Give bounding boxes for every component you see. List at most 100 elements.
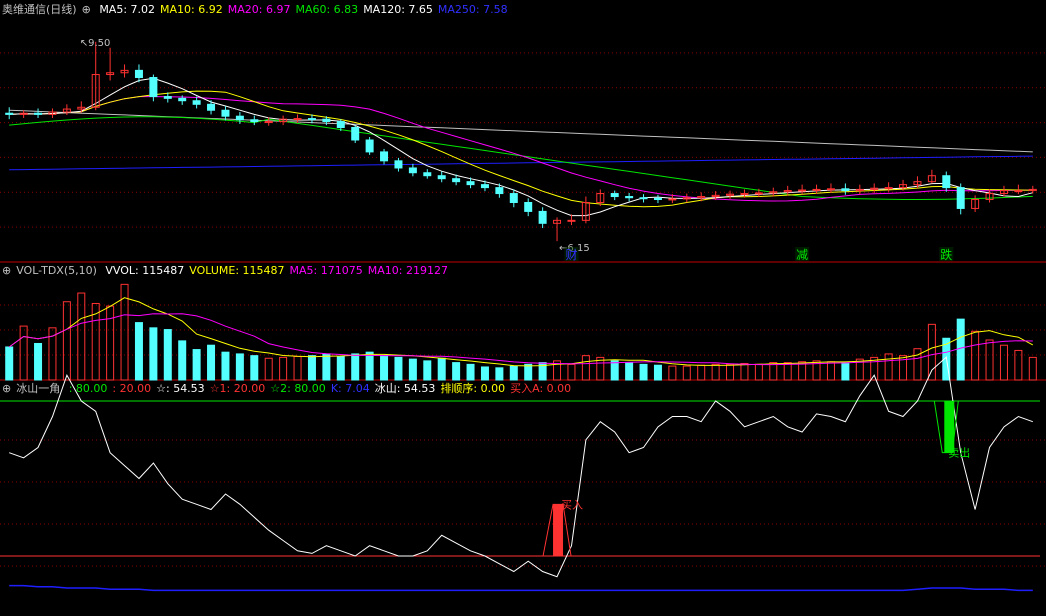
main-legend: 奥维通信(日线) ⊕ MA5: 7.02 MA10: 6.92 MA20: 6.97 M…: [2, 3, 518, 17]
volume-bar[interactable]: [956, 318, 965, 381]
candle[interactable]: [192, 100, 201, 105]
volume-bar[interactable]: [495, 367, 504, 381]
candle[interactable]: [740, 193, 749, 196]
volume-bar[interactable]: [509, 365, 518, 381]
indicator-legend-item-7: 排顺序: 0.00: [440, 382, 506, 395]
candle[interactable]: [639, 197, 648, 200]
candle[interactable]: [207, 103, 216, 111]
candle[interactable]: [653, 197, 662, 201]
candle[interactable]: [524, 201, 533, 212]
volume-bar[interactable]: [394, 356, 403, 381]
candle[interactable]: [365, 139, 374, 153]
candle[interactable]: [812, 188, 821, 191]
candle[interactable]: [437, 175, 446, 180]
candle[interactable]: [264, 121, 273, 124]
volume-bar[interactable]: [351, 353, 360, 381]
volume-bar[interactable]: [437, 357, 446, 381]
main-legend-item-5: MA250: 7.58: [437, 3, 508, 16]
volume-bar[interactable]: [336, 356, 345, 381]
volume-bar[interactable]: [221, 351, 230, 381]
candle[interactable]: [235, 115, 244, 121]
indicator-legend-item-3: ☆1: 20.00: [209, 382, 266, 395]
candle[interactable]: [408, 167, 417, 174]
volume-bar[interactable]: [841, 362, 850, 381]
marker-jian: 减: [796, 248, 808, 262]
candle[interactable]: [351, 127, 360, 141]
buy-label: 买入: [561, 498, 583, 511]
volume-bar[interactable]: [163, 329, 172, 381]
candle[interactable]: [538, 210, 547, 224]
volume-bar[interactable]: [250, 355, 259, 381]
indicator-legend-icon[interactable]: ⊕: [2, 382, 11, 395]
candle[interactable]: [394, 160, 403, 169]
candle[interactable]: [466, 181, 475, 186]
volume-bar[interactable]: [365, 351, 374, 381]
volume-legend: ⊕ VOL-TDX(5,10) VVOL: 115487 VOLUME: 11548…: [2, 264, 458, 278]
candle[interactable]: [826, 188, 835, 191]
candle[interactable]: [668, 198, 677, 201]
candle[interactable]: [380, 151, 389, 162]
candle[interactable]: [423, 172, 432, 177]
candle[interactable]: [884, 187, 893, 190]
main-legend-item-3: MA60: 6.83: [295, 3, 359, 16]
indicator-legend-item-5: K: 7.04: [330, 382, 370, 395]
volume-bar[interactable]: [207, 344, 216, 381]
indicator-legend-item-1: : 20.00: [112, 382, 152, 395]
candle[interactable]: [307, 118, 316, 121]
volume-bar[interactable]: [322, 353, 331, 381]
volume-bar[interactable]: [192, 349, 201, 381]
high-price-label: ↖9.50: [80, 38, 111, 49]
volume-bar[interactable]: [480, 366, 489, 381]
volume-legend-item-0: VVOL: 115487: [105, 264, 185, 277]
candle[interactable]: [1014, 190, 1023, 193]
candle[interactable]: [452, 178, 461, 183]
volume-bar[interactable]: [625, 362, 634, 381]
candle[interactable]: [625, 196, 634, 199]
volume-bar[interactable]: [639, 363, 648, 381]
stock-chart[interactable]: ↖9.50←6.15财减跌买入卖出: [0, 0, 1046, 616]
volume-bar[interactable]: [34, 342, 43, 381]
volume-bar[interactable]: [149, 327, 158, 381]
candle[interactable]: [322, 118, 331, 123]
candle[interactable]: [495, 187, 504, 195]
volume-bar[interactable]: [610, 360, 619, 381]
volume-bar[interactable]: [235, 353, 244, 381]
candle[interactable]: [956, 187, 965, 209]
volume-bar[interactable]: [452, 362, 461, 381]
candle[interactable]: [509, 193, 518, 203]
candle[interactable]: [5, 112, 14, 115]
volume-bar[interactable]: [408, 358, 417, 381]
candle[interactable]: [34, 112, 43, 115]
candle[interactable]: [293, 118, 302, 121]
candle[interactable]: [221, 109, 230, 117]
candle[interactable]: [149, 77, 158, 98]
volume-legend-icon[interactable]: ⊕: [2, 264, 11, 277]
volume-bar[interactable]: [653, 364, 662, 381]
candle[interactable]: [841, 188, 850, 192]
volume-bar[interactable]: [134, 322, 143, 381]
candle[interactable]: [567, 219, 576, 222]
indicator-legend-item-0: : 80.00: [68, 382, 108, 395]
candle[interactable]: [178, 97, 187, 102]
candle[interactable]: [134, 69, 143, 79]
volume-bar[interactable]: [423, 360, 432, 381]
candle[interactable]: [336, 121, 345, 129]
main-legend-dropdown-icon[interactable]: ⊕: [82, 3, 91, 16]
volume-bar[interactable]: [524, 363, 533, 381]
sell-signal-bar: [944, 401, 955, 453]
volume-bar[interactable]: [466, 363, 475, 381]
candle[interactable]: [163, 96, 172, 99]
buy-signal-bar: [553, 504, 564, 556]
candle[interactable]: [798, 189, 807, 192]
volume-indicator-title: VOL-TDX(5,10): [16, 264, 97, 277]
volume-bar[interactable]: [5, 346, 14, 381]
candle[interactable]: [480, 184, 489, 189]
volume-legend-item-2: MA5: 171075: [289, 264, 363, 277]
candle[interactable]: [250, 119, 259, 123]
candle[interactable]: [754, 192, 763, 195]
volume-bar[interactable]: [178, 340, 187, 381]
candle[interactable]: [610, 193, 619, 198]
candle[interactable]: [942, 175, 951, 189]
volume-bar[interactable]: [380, 355, 389, 381]
volume-bar[interactable]: [307, 355, 316, 381]
